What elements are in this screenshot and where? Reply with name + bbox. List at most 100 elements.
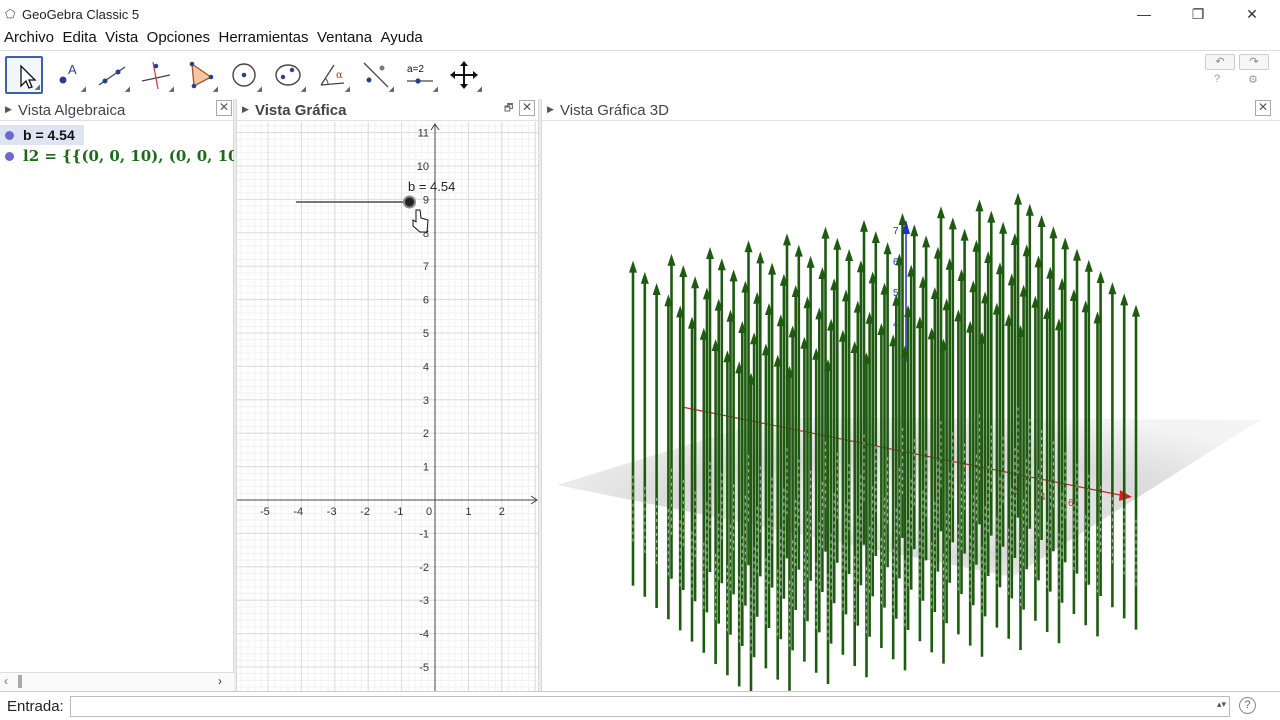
input-history-icon[interactable]: ▴▾ [1217,699,1226,710]
3d-view-title: Vista Gráfica 3D [560,102,669,119]
algebra-view-title: Vista Algebraica [18,102,126,119]
menu-edita[interactable]: Edita [62,29,96,46]
y-tick-label: 1 [423,462,429,474]
svg-text:α: α [336,70,343,81]
menu-vista[interactable]: Vista [105,29,138,46]
y-tick-label: 7 [423,261,429,273]
y-tick-label: 2 [423,428,429,440]
scroll-left-icon[interactable]: ‹ [4,674,8,688]
3d-view-header: ▶ Vista Gráfica 3D ✕ [542,99,1280,121]
algebra-expression[interactable]: b = 4.54 [23,127,75,143]
x-tick-label: 1 [465,506,471,518]
vector-arrow [640,271,649,597]
vector-arrow [652,283,661,608]
graphics-view-close-button[interactable]: ✕ [519,100,535,116]
restore-button[interactable]: ❐ [1175,2,1221,26]
move-tool-button[interactable]: ◢ [5,56,43,94]
line-tool-button[interactable]: ◢ [93,56,131,94]
graphics-canvas[interactable]: -5 -4 -3 -2 -1 0 1 21110987654321-1-2-3-4-5b = … [237,122,539,691]
input-bar: Entrada: ▴▾ ? [0,691,1280,720]
toolbar: ◢ A ◢ ◢ ◢ ◢ ◢ ◢ α ◢ ◢ a=2 ◢ ◢ ↶ ↷ ? ⚙ [0,50,1280,98]
y-tick-label: -2 [419,562,429,574]
close-button[interactable]: ✕ [1229,2,1275,26]
slider-icon: a=2 [407,64,433,84]
minimize-button[interactable]: — [1121,2,1167,26]
slider-label: b = 4.54 [408,179,455,194]
menu-bar: Archivo Edita Vista Opciones Herramienta… [0,28,1280,50]
undo-button[interactable]: ↶ [1205,54,1235,70]
collapse-arrow-icon[interactable]: ▶ [5,104,12,115]
svg-text:a=2: a=2 [407,64,424,75]
angle-icon: α [320,64,345,86]
graphics-view-title: Vista Gráfica [255,102,347,119]
menu-opciones[interactable]: Opciones [147,29,210,46]
graphics-view-header: ▶ Vista Gráfica 🗗 ✕ [237,99,539,121]
angle-tool-button[interactable]: α ◢ [313,56,351,94]
menu-ventana[interactable]: Ventana [317,29,372,46]
algebra-item[interactable]: b = 4.54 [0,125,84,145]
y-tick-label: -1 [419,528,429,540]
algebra-view: b = 4.54 l2 = {{(0, 0, 10), (0, 0, 10) [0,122,234,672]
y-tick-label: 11 [418,128,429,140]
redo-button[interactable]: ↷ [1239,54,1269,70]
x-tick-label: -2 [360,506,370,518]
title-bar: ⬠ GeoGebra Classic 5 — ❐ ✕ [0,0,1280,28]
geogebra-logo-icon: ⬠ [5,7,16,21]
y-tick-label: -4 [419,629,429,641]
circle-icon [232,63,256,87]
x-tick-label: 0 [426,506,432,518]
vector-arrow [629,260,637,586]
x-tick-label: -4 [293,506,303,518]
visibility-toggle-icon[interactable] [5,152,14,161]
reflect-icon [363,62,389,88]
scroll-right-icon[interactable]: › [218,674,222,688]
y-tick-label: 3 [423,395,429,407]
window-title: GeoGebra Classic 5 [22,7,140,22]
algebra-horizontal-scrollbar[interactable]: ‹ › [0,672,234,690]
menu-archivo[interactable]: Archivo [4,29,54,46]
input-label: Entrada: [7,698,64,715]
z-axis-label: 7 [893,226,899,237]
input-help-icon[interactable]: ? [1239,697,1256,714]
point-icon: A [59,62,77,84]
undock-icon[interactable]: 🗗 [504,101,513,118]
ellipse-icon [275,64,301,86]
3d-graphics-view[interactable]: 76542468 [542,122,1280,691]
slider-tool-button[interactable]: a=2 ◢ [401,56,439,94]
algebra-view-close-button[interactable]: ✕ [216,100,232,116]
x-tick-label: -5 [260,506,270,518]
help-icon[interactable]: ? [1214,73,1220,85]
3d-canvas[interactable]: 76542468 [542,122,1280,691]
collapse-arrow-icon[interactable]: ▶ [547,104,554,115]
perpendicular-line-tool-button[interactable]: ◢ [137,56,175,94]
y-tick-label: 9 [423,194,429,206]
graphics-view[interactable]: -5 -4 -3 -2 -1 0 1 2 11 10 9 8 7 6 5 4 3 2 1 -1 -2 -3 -4 -5 b = … [237,122,539,691]
x-tick-label: 2 [499,506,505,518]
menu-ayuda[interactable]: Ayuda [381,29,423,46]
move-view-tool-button[interactable]: ◢ [445,56,483,94]
circle-tool-button[interactable]: ◢ [225,56,263,94]
point-tool-button[interactable]: A ◢ [49,56,87,94]
y-tick-label: 10 [417,161,429,173]
x-tick-label: -3 [327,506,337,518]
move-view-icon [450,61,478,89]
polygon-tool-button[interactable]: ◢ [181,56,219,94]
y-tick-label: 4 [423,361,429,373]
algebra-expression[interactable]: l2 = {{(0, 0, 10), (0, 0, 10) [23,147,234,165]
perpendicular-line-icon [141,61,171,90]
slider-knob[interactable] [403,195,417,209]
reflect-tool-button[interactable]: ◢ [357,56,395,94]
y-tick-label: -5 [419,662,429,674]
scrollbar-thumb[interactable] [18,675,22,688]
3d-view-close-button[interactable]: ✕ [1255,100,1271,116]
algebra-item[interactable]: l2 = {{(0, 0, 10), (0, 0, 10) [0,146,234,166]
menu-herramientas[interactable]: Herramientas [219,29,309,46]
visibility-toggle-icon[interactable] [5,131,14,140]
algebra-view-header: ▶ Vista Algebraica ✕ [0,99,234,121]
input-field[interactable] [70,696,1230,717]
collapse-arrow-icon[interactable]: ▶ [242,104,249,115]
conic-tool-button[interactable]: ◢ [269,56,307,94]
line-icon [98,66,126,86]
settings-gear-icon[interactable]: ⚙ [1248,73,1258,86]
y-tick-label: 5 [423,328,429,340]
